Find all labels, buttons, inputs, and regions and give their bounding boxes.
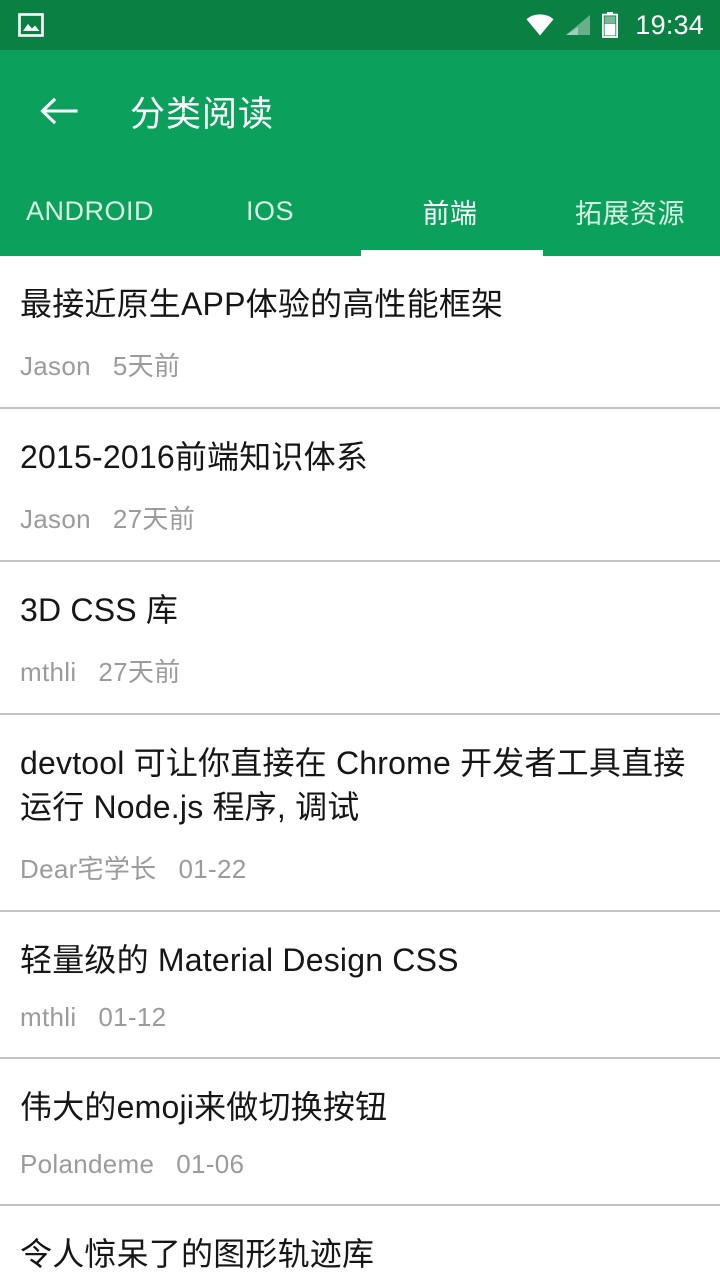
list-item[interactable]: 令人惊呆了的图形轨迹库 — [0, 1206, 720, 1280]
status-bar-notifications — [18, 13, 44, 37]
list-item[interactable]: devtool 可让你直接在 Chrome 开发者工具直接运行 Node.js … — [0, 715, 720, 912]
article-date: 5天前 — [112, 351, 181, 381]
back-button[interactable] — [36, 88, 82, 134]
article-title: 轻量级的 Material Design CSS — [20, 942, 459, 978]
list-item[interactable]: 轻量级的 Material Design CSS mthli 01-12 — [0, 912, 720, 1059]
article-title: 3D CSS 库 — [20, 592, 179, 628]
photo-icon — [18, 13, 44, 37]
battery-icon — [602, 12, 619, 38]
article-title: 2015-2016前端知识体系 — [20, 439, 369, 475]
article-date: 01-22 — [178, 854, 247, 884]
status-bar-indicators: 19:34 — [526, 9, 704, 40]
status-bar-clock: 19:34 — [635, 9, 704, 40]
article-author: Dear宅学长 — [20, 854, 157, 884]
back-arrow-icon — [40, 96, 78, 126]
article-title: devtool 可让你直接在 Chrome 开发者工具直接运行 Node.js … — [20, 745, 686, 825]
tab-frontend[interactable]: 前端 — [360, 172, 540, 250]
article-date: 27天前 — [112, 504, 196, 534]
article-author: Jason — [20, 351, 91, 381]
page-title: 分类阅读 — [130, 94, 275, 134]
tab-active-indicator — [361, 250, 543, 256]
status-bar: 19:34 — [0, 0, 720, 50]
list-item[interactable]: 2015-2016前端知识体系 Jason 27天前 — [0, 409, 720, 562]
article-date: 01-06 — [176, 1149, 245, 1179]
tab-bar: ANDROID IOS 前端 拓展资源 — [0, 172, 720, 256]
list-item[interactable]: 伟大的emoji来做切换按钮 Polandeme 01-06 — [0, 1059, 720, 1206]
article-date: 27天前 — [98, 657, 181, 687]
app-root: 19:34 分类阅读 ANDROID IOS 前端 拓展资源 最接近原生APP体… — [0, 0, 720, 1280]
article-meta: Jason 5天前 — [20, 346, 700, 383]
article-author: Polandeme — [20, 1149, 155, 1179]
article-title: 伟大的emoji来做切换按钮 — [20, 1089, 388, 1125]
toolbar-top-row: 分类阅读 — [0, 50, 720, 172]
article-date: 01-12 — [98, 1002, 167, 1032]
article-meta: Polandeme 01-06 — [20, 1149, 700, 1180]
article-meta: Dear宅学长 01-22 — [20, 849, 700, 886]
article-meta: Jason 27天前 — [20, 499, 700, 536]
wifi-icon — [526, 14, 554, 36]
article-meta: mthli 27天前 — [20, 652, 700, 689]
article-meta: mthli 01-12 — [20, 1002, 700, 1033]
list-item[interactable]: 最接近原生APP体验的高性能框架 Jason 5天前 — [0, 256, 720, 409]
tab-extra-resources[interactable]: 拓展资源 — [540, 172, 720, 250]
article-author: mthli — [20, 657, 77, 687]
article-title: 令人惊呆了的图形轨迹库 — [20, 1236, 375, 1272]
tab-android[interactable]: ANDROID — [0, 172, 180, 250]
article-author: Jason — [20, 504, 91, 534]
tab-ios[interactable]: IOS — [180, 172, 360, 250]
article-title: 最接近原生APP体验的高性能框架 — [20, 286, 504, 322]
article-list: 最接近原生APP体验的高性能框架 Jason 5天前 2015-2016前端知识… — [0, 256, 720, 1280]
app-toolbar: 分类阅读 ANDROID IOS 前端 拓展资源 — [0, 50, 720, 256]
article-author: mthli — [20, 1002, 77, 1032]
signal-icon — [565, 14, 591, 36]
list-item[interactable]: 3D CSS 库 mthli 27天前 — [0, 562, 720, 715]
